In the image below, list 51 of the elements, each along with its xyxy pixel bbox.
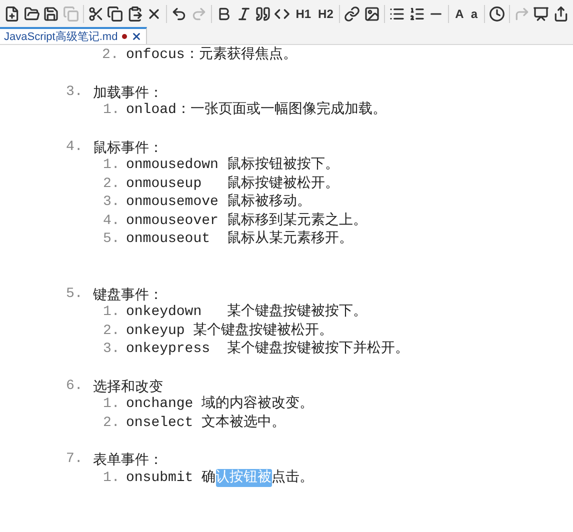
clock-icon[interactable] [488, 4, 505, 24]
copy-icon[interactable] [107, 4, 124, 24]
list-item-text: onfocus：元素获得焦点。 [126, 46, 297, 64]
list-item-text: onmouseout 鼠标从某元素移开。 [126, 230, 353, 248]
section-heading: 加载事件： [93, 82, 163, 101]
tab-title: JavaScript高级笔记.md [4, 30, 118, 44]
list-number: 5. [103, 230, 121, 248]
list-item-text: 点击。 [272, 468, 314, 487]
list-number: 4. [103, 212, 121, 230]
list-item-text: onload：一张页面或一幅图像完成加载。 [126, 101, 386, 120]
paste-icon[interactable] [126, 4, 143, 24]
export-icon[interactable] [552, 4, 569, 24]
list-item-text: onmouseover 鼠标移到某元素之上。 [126, 212, 367, 230]
list-item-text: onselect 文本被选中。 [126, 414, 286, 432]
list-item-text: onmousedown 鼠标按钮被按下。 [126, 156, 339, 174]
section-heading: 键盘事件： [93, 284, 163, 303]
list-item-text: onkeydown 某个键盘按键被按下。 [126, 303, 367, 322]
section-heading: 表单事件： [93, 450, 163, 468]
list-number: 5. [66, 284, 84, 303]
list-number: 1. [103, 468, 121, 487]
toolbar-button[interactable]: H2 [316, 4, 336, 24]
list-number: 2. [103, 414, 121, 432]
list-number: 1. [103, 101, 121, 120]
list-number: 3. [66, 82, 84, 101]
list-number: 3. [103, 193, 121, 212]
list-number: 1. [103, 156, 121, 174]
list-item-text: onmousemove 鼠标被移动。 [126, 193, 311, 212]
file-tab[interactable]: JavaScript高级笔记.md [0, 27, 147, 44]
toolbar-button[interactable]: H1 [294, 4, 314, 24]
list-number: 7. [66, 450, 84, 468]
list-number: 2. [103, 322, 121, 340]
close-icon[interactable] [130, 31, 142, 42]
selected-text: 认按钮被 [216, 468, 272, 487]
list-number: 2. [102, 46, 120, 64]
list-number: 6. [66, 376, 84, 395]
list-item-text: onkeypress 某个键盘按键被按下并松开。 [126, 340, 409, 358]
list-item-text: onmouseup 鼠标按键被松开。 [126, 174, 339, 193]
list-item-text: onkeyup 某个键盘按键被松开。 [126, 322, 334, 340]
section-heading: 选择和改变 [93, 376, 163, 395]
link-icon[interactable] [344, 4, 361, 24]
section-heading: 鼠标事件： [93, 138, 163, 156]
list-number: 3. [103, 340, 121, 358]
list-item-text: onchange 域的内容被改变。 [126, 395, 314, 414]
list-number: 1. [103, 395, 121, 414]
list-number: 1. [103, 303, 121, 322]
list-number: 4. [66, 138, 84, 156]
toolbar-button[interactable]: A [453, 4, 466, 24]
toolbar-button[interactable]: a [468, 4, 480, 24]
list-number: 2. [103, 174, 121, 193]
list-item-text: onsubmit 确 [126, 468, 216, 487]
new-file-icon[interactable] [4, 4, 20, 24]
